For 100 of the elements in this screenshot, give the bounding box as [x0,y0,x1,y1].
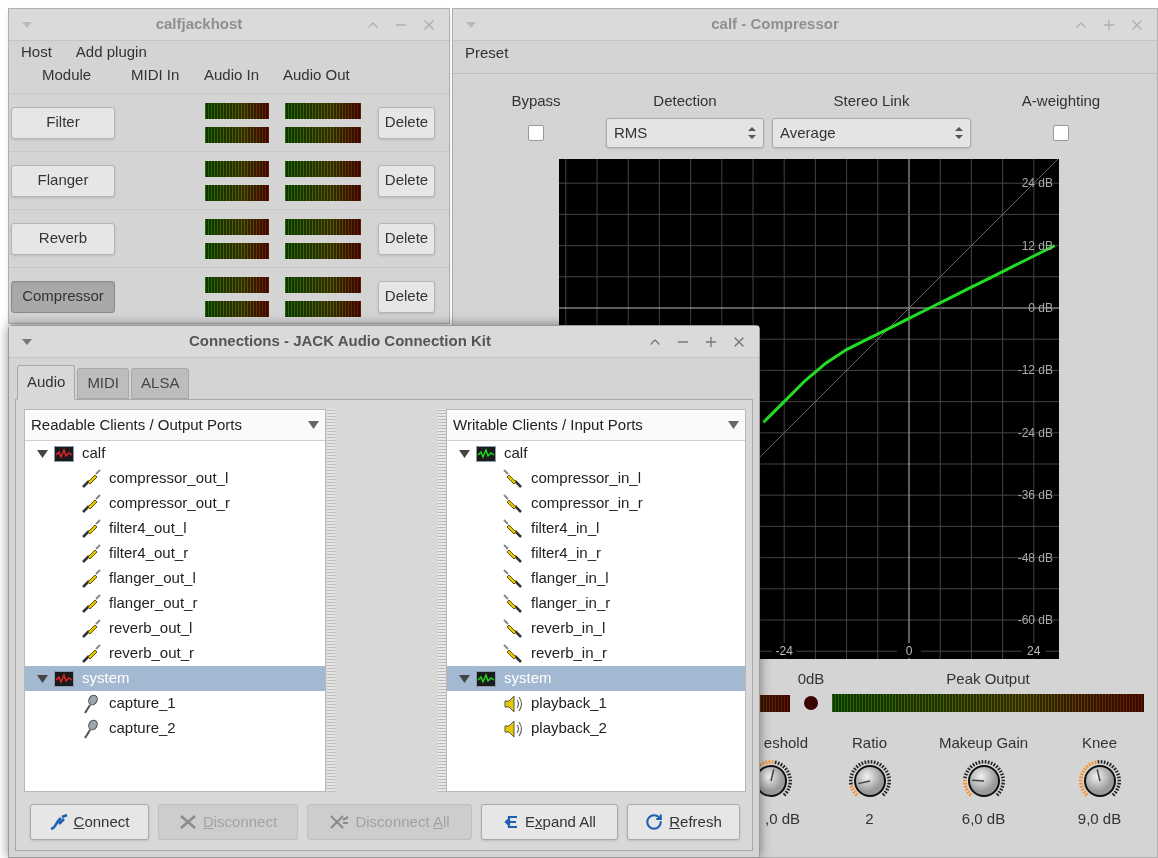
splitter-handle[interactable] [438,409,446,792]
menu-item[interactable]: Preset [465,43,509,63]
jack-plug-icon [503,593,523,614]
port-row[interactable]: capture_2 [25,716,325,741]
plugin-button[interactable]: Filter [11,106,115,139]
delete-button[interactable]: Delete [378,106,435,139]
window-title: calfjackhost [154,14,244,35]
jack-plug-icon [81,618,101,639]
port-row[interactable]: flanger_out_r [25,591,325,616]
client-icon [54,445,74,462]
plugin-button[interactable]: Flanger [11,164,115,197]
splitter-handle[interactable] [327,409,335,792]
level-meter [205,102,269,119]
column-header: Audio Out [283,64,351,85]
column-header: Module [42,64,93,85]
port-row[interactable]: compressor_out_r [25,491,325,516]
microphone-icon [81,693,101,714]
axis-label: 24 [1021,643,1046,658]
axis-label: -48 dB [1017,550,1053,565]
port-row[interactable]: filter4_out_l [25,516,325,541]
level-meter [205,160,269,177]
port-row[interactable]: flanger_in_l [447,566,745,591]
port-row[interactable]: filter4_out_r [25,541,325,566]
expand-arrow-icon[interactable] [37,448,48,459]
level-meter [205,242,269,259]
cross-icon [178,814,197,830]
port-row[interactable]: compressor_in_r [447,491,745,516]
plug-icon [49,814,68,830]
expand-arrow-icon[interactable] [37,673,48,684]
expand-arrow-icon[interactable] [459,673,470,684]
action-button[interactable]: Expand All [481,804,618,840]
port-row[interactable]: compressor_in_l [447,466,745,491]
jack-plug-icon [503,543,523,564]
client-icon [476,670,496,687]
tab[interactable]: MIDI [77,368,130,399]
x-tick-label: 24 [1027,644,1041,658]
cross-icon [329,814,350,830]
speaker-icon [503,718,523,739]
jack-plug-icon [81,468,101,489]
delete-button[interactable]: Delete [378,222,435,255]
jack-plug-icon [503,468,523,489]
jack-plug-icon [503,643,523,664]
port-row[interactable]: playback_1 [447,691,745,716]
x-tick-label: 0 [905,644,913,658]
port-row[interactable]: reverb_out_l [25,616,325,641]
level-meter [205,300,269,317]
tab[interactable]: ALSA [131,368,190,399]
client-row[interactable]: calf [447,441,745,466]
menu-item[interactable]: Host [21,41,52,64]
action-button[interactable]: Connect [30,804,149,840]
jack-plug-icon [81,593,101,614]
port-row[interactable]: compressor_out_l [25,466,325,491]
port-row[interactable]: filter4_in_r [447,541,745,566]
level-meter [205,184,269,201]
window-title: Connections - JACK Audio Connection Kit [188,331,492,352]
jack-plug-icon [81,568,101,589]
jack-plug-icon [81,543,101,564]
column-header: Audio In [204,64,261,85]
menu-item[interactable]: Add plugin [75,41,147,64]
checkbox[interactable] [528,125,544,141]
delete-button[interactable]: Delete [378,280,435,313]
level-meter [205,126,269,143]
plugin-button[interactable]: Compressor [11,280,115,313]
level-meter [205,218,269,235]
microphone-icon [81,718,101,739]
port-row[interactable]: reverb_in_r [447,641,745,666]
port-row[interactable]: flanger_in_r [447,591,745,616]
expand-arrow-icon[interactable] [459,448,470,459]
axis-label: 0 [897,643,921,658]
port-row[interactable]: filter4_in_l [447,516,745,541]
tree-header[interactable]: Writable Clients / Input Ports [447,410,745,441]
column-header: MIDI In [131,64,181,85]
tree-header[interactable]: Readable Clients / Output Ports [25,410,325,441]
client-row[interactable]: calf [25,441,325,466]
axis-label: -12 dB [1017,363,1053,378]
axis-label: -24 [772,643,797,658]
knob-label: eshold [763,733,809,753]
action-button[interactable]: Refresh [627,804,740,840]
plugin-button[interactable]: Reverb [11,222,115,255]
control-label: Bypass [511,91,561,111]
knob-label: Knee [1081,733,1117,753]
axis-label: -60 dB [1017,613,1053,627]
port-row[interactable]: playback_2 [447,716,745,741]
knob-value: ,0 dB [764,809,801,829]
control-label: Stereo Link [833,91,910,111]
jack-plug-icon [503,568,523,589]
tab[interactable]: Audio [17,365,76,400]
jack-plug-icon [81,643,101,664]
jack-plug-icon [503,618,523,639]
checkbox[interactable] [1053,125,1069,141]
port-row[interactable]: flanger_out_l [25,566,325,591]
delete-button[interactable]: Delete [378,164,435,197]
select-field[interactable]: Average [772,118,971,148]
port-row[interactable]: reverb_out_r [25,641,325,666]
port-row[interactable]: capture_1 [25,691,325,716]
axis-label: -24 dB [1017,425,1053,440]
select-field[interactable]: RMS [606,118,764,148]
window-menu-icon[interactable] [21,337,33,346]
spin-arrows-icon [955,126,963,140]
port-row[interactable]: reverb_in_l [447,616,745,641]
